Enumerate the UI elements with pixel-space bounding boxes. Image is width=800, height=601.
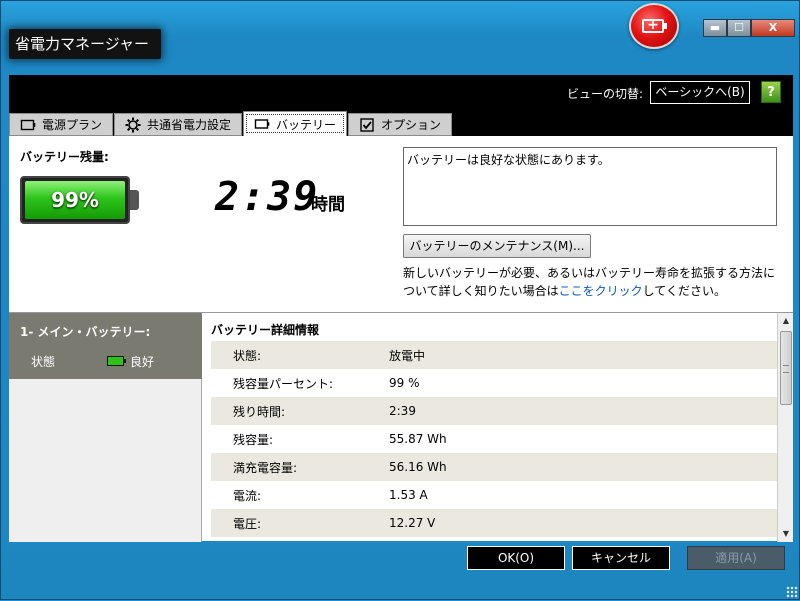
row-value: 1.53 A <box>389 488 428 502</box>
row-value: 放電中 <box>389 348 426 363</box>
table-row: 電流: 1.53 A <box>211 481 777 509</box>
scroll-up-icon[interactable]: ▲ <box>778 313 794 329</box>
tab-power-plan[interactable]: 電源プラン <box>9 113 114 136</box>
power-manager-window: 省電力マネージャー + ▬ ☐ X ビューの切替: ベーシックへ(B) ? 電源… <box>0 0 800 600</box>
row-value: 12.27 V <box>389 516 436 530</box>
maximize-button[interactable]: ☐ <box>727 19 751 37</box>
battery-plus-icon: + <box>629 3 679 49</box>
battery-info-text: 新しいバッテリーが必要、あるいはバッテリー寿命を拡張する方法について詳しく知りた… <box>403 264 783 300</box>
battery-status-message: バッテリーは良好な状態にあります。 <box>403 147 777 226</box>
scroll-down-icon[interactable]: ▼ <box>778 526 794 542</box>
tab-bar: 電源プラン 共通省電力設定 バッテリー オプション <box>9 111 453 136</box>
help-icon[interactable]: ? <box>761 81 781 103</box>
tab-label: 電源プラン <box>42 118 103 132</box>
row-key: 電圧: <box>233 516 262 531</box>
tab-common-settings[interactable]: 共通省電力設定 <box>114 113 243 136</box>
gear-icon <box>125 117 141 132</box>
close-button[interactable]: X <box>751 19 795 37</box>
plus-glyph: + <box>647 17 659 33</box>
battery-outline-icon <box>254 119 270 129</box>
table-row: 満充電容量: 56.16 Wh <box>211 453 777 481</box>
battery-good-icon <box>107 356 124 366</box>
tab-battery[interactable]: バッテリー <box>243 111 348 136</box>
ok-button[interactable]: OK(O) <box>467 546 565 570</box>
battery-gauge-nub <box>130 190 139 210</box>
main-battery-title: 1- メイン・バッテリー: <box>20 325 151 339</box>
row-value: 56.16 Wh <box>389 460 447 474</box>
row-key: 残容量パーセント: <box>233 376 334 391</box>
client-area: ビューの切替: ベーシックへ(B) ? 電源プラン 共通省電力設定 バッテリー … <box>9 75 793 542</box>
view-switch-row: ビューの切替: ベーシックへ(B) ? <box>9 75 793 111</box>
row-value: 2:39 <box>389 404 416 418</box>
table-row: 残り時間: 2:39 <box>211 397 777 425</box>
dialog-footer: OK(O) キャンセル 適用(A) <box>1 541 800 601</box>
scroll-thumb[interactable] <box>780 331 792 405</box>
details-table: 状態: 放電中 残容量パーセント: 99 % 残り時間: 2:39 残容量: 55.87… <box>211 341 777 537</box>
row-key: 満充電容量: <box>233 460 298 475</box>
details-title: バッテリー詳細情報 <box>211 323 320 337</box>
main-battery-item[interactable]: 1- メイン・バッテリー: 状態 良好 <box>9 313 202 379</box>
battery-details: バッテリー詳細情報 状態: 放電中 残容量パーセント: 99 % 残り時間: 2:39… <box>203 313 777 542</box>
table-row: 残容量パーセント: 99 % <box>211 369 777 397</box>
row-key: 状態: <box>233 348 262 363</box>
row-key: 残り時間: <box>233 404 286 419</box>
battery-maintenance-button[interactable]: バッテリーのメンテナンス(M)... <box>403 234 591 258</box>
battery-nub <box>664 23 667 29</box>
table-row: 残容量: 55.87 Wh <box>211 425 777 453</box>
details-scrollbar[interactable]: ▲ ▼ <box>777 313 793 542</box>
checkbox-icon <box>360 117 374 132</box>
battery-detail-panel: 1- メイン・バッテリー: 状態 良好 バッテリー詳細情報 状態: 放電中 残容量… <box>9 312 793 542</box>
view-switch-label: ビューの切替: <box>567 87 644 101</box>
row-value: 99 % <box>389 376 420 390</box>
tab-options[interactable]: オプション <box>348 113 453 136</box>
table-row: 状態: 放電中 <box>211 341 777 369</box>
row-key: 残容量: <box>233 432 274 447</box>
battery-remaining-label: バッテリー残量: <box>20 150 109 164</box>
window-title: 省電力マネージャー <box>9 29 161 59</box>
tab-label: バッテリー <box>276 117 337 132</box>
battery-list-sidebar: 1- メイン・バッテリー: 状態 良好 <box>9 313 202 542</box>
battery-gauge: 99% <box>20 176 130 224</box>
row-value: 55.87 Wh <box>389 432 447 446</box>
info-text-after: してください。 <box>642 284 726 298</box>
cancel-button[interactable]: キャンセル <box>572 546 670 570</box>
battery-percent-text: 99% <box>25 181 125 219</box>
battery-state-label: 状態 <box>31 355 56 369</box>
title-bar: 省電力マネージャー + ▬ ☐ X <box>1 1 800 75</box>
basic-view-button[interactable]: ベーシックへ(B) <box>650 81 750 104</box>
tab-label: 共通省電力設定 <box>147 118 232 132</box>
tab-label: オプション <box>381 118 442 132</box>
battery-outline-icon <box>20 119 36 130</box>
minimize-button[interactable]: ▬ <box>703 19 727 37</box>
apply-button[interactable]: 適用(A) <box>687 546 785 570</box>
battery-state-value: 良好 <box>130 355 155 369</box>
battery-summary-panel: バッテリー残量: 99% 2:39 時間 バッテリーは良好な状態にあります。 バ… <box>9 136 793 312</box>
remaining-time-unit: 時間 <box>311 195 345 215</box>
row-key: 電流: <box>233 488 262 503</box>
remaining-time-digits: 2:39 <box>215 174 320 220</box>
resize-grip-icon[interactable] <box>786 586 798 598</box>
click-here-link[interactable]: ここをクリック <box>559 284 643 298</box>
battery-good-icon-nub <box>124 359 126 363</box>
window-controls: ▬ ☐ X <box>703 19 795 37</box>
table-row: 電圧: 12.27 V <box>211 509 777 537</box>
